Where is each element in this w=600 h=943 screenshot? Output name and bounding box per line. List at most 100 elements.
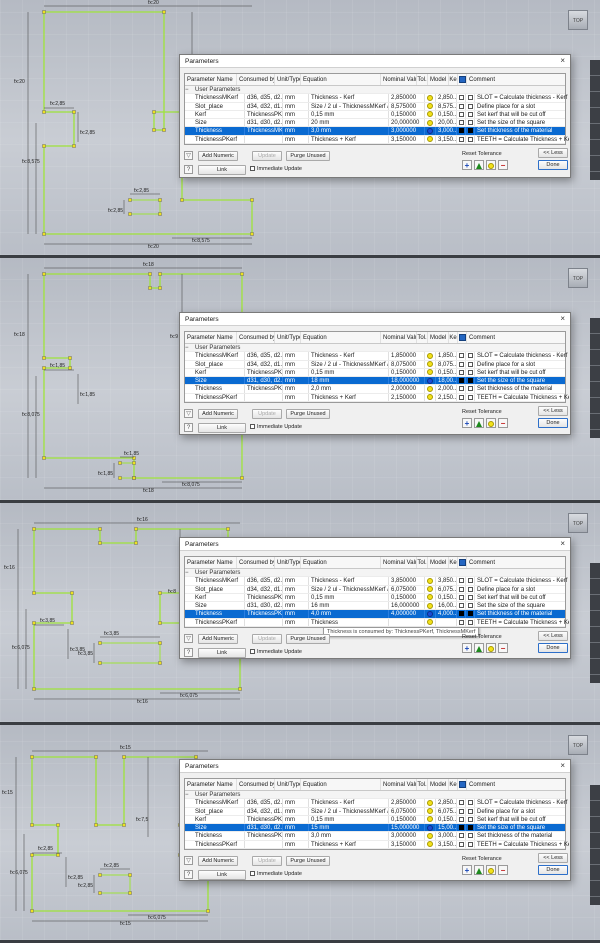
consumed-by-cell[interactable] xyxy=(245,618,283,627)
tolerance-cell[interactable] xyxy=(425,610,436,618)
export-checkbox[interactable] xyxy=(467,120,473,126)
tolerance-cell[interactable] xyxy=(425,815,436,824)
dimension-label-right[interactable]: fx:7,5 xyxy=(136,817,148,823)
dimension-label-left[interactable]: fx:18 xyxy=(14,332,25,338)
table-row[interactable]: ThicknessPKerf mm Thickness + Kerf 3,150000… xyxy=(185,135,569,145)
column-header[interactable] xyxy=(458,74,467,85)
dimension-label-top[interactable]: fx:20 xyxy=(148,0,159,6)
dimension-label-b2[interactable]: fx:1,85 xyxy=(98,471,113,477)
export-checkbox[interactable] xyxy=(467,816,473,822)
nominal-value-cell[interactable]: 2,000000 xyxy=(389,385,425,393)
dimension-label-b2[interactable]: fx:2,85 xyxy=(108,208,123,214)
constraint-point[interactable] xyxy=(42,366,46,370)
tolerance-cell[interactable] xyxy=(425,368,436,377)
immediate-update-checkbox[interactable]: Immediate Update xyxy=(250,424,302,430)
viewcube[interactable]: TOP xyxy=(568,268,588,288)
key-checkbox[interactable] xyxy=(458,586,464,592)
parameter-name-cell[interactable]: Thickness xyxy=(193,127,245,135)
comment-cell[interactable]: Set kerf that will be cut off xyxy=(475,594,569,601)
close-icon[interactable]: × xyxy=(560,540,565,548)
parameter-name-cell[interactable]: ThicknessPKerf xyxy=(193,135,245,144)
constraint-point[interactable] xyxy=(122,823,126,827)
constraint-point[interactable] xyxy=(70,621,74,625)
constraint-point[interactable] xyxy=(122,755,126,759)
parameter-name-cell[interactable]: Kerf xyxy=(193,110,245,119)
constraint-point[interactable] xyxy=(240,272,244,276)
parameter-name-cell[interactable]: Kerf xyxy=(193,593,245,602)
tolerance-cell[interactable] xyxy=(425,385,436,393)
key-checkbox[interactable] xyxy=(458,816,464,822)
key-checkbox[interactable] xyxy=(458,611,464,617)
tolerance-median-icon[interactable] xyxy=(474,865,484,876)
nav-tool-icon[interactable] xyxy=(590,585,600,595)
tolerance-nominal-icon[interactable] xyxy=(486,418,496,429)
nav-tool-icon[interactable] xyxy=(590,633,600,643)
update-button[interactable]: Update xyxy=(252,151,282,162)
parameter-name-cell[interactable]: ThicknessMKerf xyxy=(193,352,245,360)
constraint-point[interactable] xyxy=(30,909,34,913)
equation-cell[interactable]: Size / 2 ul - ThicknessMKerf / 2 ul xyxy=(309,585,389,593)
link-button[interactable]: Link xyxy=(198,648,246,659)
tolerance-median-icon[interactable] xyxy=(474,643,484,654)
dimension-label-l1[interactable]: fx:2,85 xyxy=(38,846,53,852)
key-checkbox[interactable] xyxy=(458,619,464,625)
navigation-bar[interactable] xyxy=(590,563,600,683)
column-header[interactable]: Unit/Type xyxy=(275,557,301,568)
constraint-point[interactable] xyxy=(148,272,152,276)
tolerance-median-icon[interactable] xyxy=(474,418,484,429)
key-checkbox-cell[interactable] xyxy=(457,385,466,393)
tolerance-cell[interactable] xyxy=(425,393,436,402)
tolerance-cell[interactable] xyxy=(425,119,436,127)
viewcube[interactable]: TOP xyxy=(568,10,588,30)
immediate-update-checkbox[interactable]: Immediate Update xyxy=(250,649,302,655)
nav-tool-icon[interactable] xyxy=(590,66,600,76)
nav-tool-icon[interactable] xyxy=(590,114,600,124)
column-header[interactable]: Model Va xyxy=(428,779,449,790)
equation-cell[interactable]: Thickness - Kerf xyxy=(309,94,389,102)
equation-cell[interactable]: 0,15 mm xyxy=(309,593,389,602)
dimension-label-l4[interactable]: fx:8,075 xyxy=(22,412,40,418)
tolerance-cell[interactable] xyxy=(425,352,436,360)
column-header[interactable] xyxy=(458,332,467,343)
export-checkbox[interactable] xyxy=(467,808,473,814)
sketch-slot[interactable] xyxy=(100,642,161,664)
export-checkbox[interactable] xyxy=(467,394,473,400)
column-header[interactable]: Tol. xyxy=(417,779,428,790)
group-row-user-parameters[interactable]: − User Parameters xyxy=(185,791,565,800)
comment-cell[interactable]: SLOT = Calculate thickness - Kerf xyxy=(475,352,569,359)
key-checkbox-cell[interactable] xyxy=(457,824,466,832)
link-button[interactable]: Link xyxy=(198,870,246,881)
export-checkbox[interactable] xyxy=(467,386,473,392)
key-checkbox[interactable] xyxy=(458,386,464,392)
column-header[interactable]: Equation xyxy=(301,779,381,790)
parameters-table[interactable]: Parameter Name Consumed by Unit/Type Equati… xyxy=(184,778,569,851)
nominal-value-cell[interactable]: 2,850000 xyxy=(389,94,425,102)
unit-cell[interactable]: mm xyxy=(283,832,309,840)
unit-cell[interactable]: mm xyxy=(283,368,309,377)
constraint-point[interactable] xyxy=(134,541,138,545)
column-header[interactable]: Consumed by xyxy=(237,557,275,568)
tolerance-nominal-icon[interactable] xyxy=(486,865,496,876)
table-row[interactable]: Size d31, d30, d2... mm 20 mm 20,000000 20,00… xyxy=(185,119,565,128)
export-checkbox-cell[interactable] xyxy=(466,135,475,144)
key-checkbox[interactable] xyxy=(458,120,464,126)
key-checkbox-cell[interactable] xyxy=(457,815,466,824)
key-checkbox[interactable] xyxy=(458,353,464,359)
constraint-point[interactable] xyxy=(32,527,36,531)
equation-cell[interactable]: 2,0 mm xyxy=(309,385,389,393)
constraint-point[interactable] xyxy=(42,272,46,276)
constraint-point[interactable] xyxy=(56,823,60,827)
dimension-label-l1[interactable]: fx:1,85 xyxy=(50,363,65,369)
immediate-update-checkbox[interactable]: Immediate Update xyxy=(250,871,302,877)
table-row[interactable]: ThicknessMKerf d36, d35, d2... mm Thickness… xyxy=(185,577,567,586)
export-checkbox-cell[interactable] xyxy=(466,799,475,807)
constraint-point[interactable] xyxy=(42,232,46,236)
done-button[interactable]: Done xyxy=(538,418,568,429)
unit-cell[interactable]: mm xyxy=(283,110,309,119)
consumed-by-cell[interactable]: d31, d30, d2... xyxy=(245,824,283,832)
parameter-name-cell[interactable]: Kerf xyxy=(193,368,245,377)
comment-cell[interactable]: SLOT = Calculate thickness - Kerf xyxy=(475,577,569,584)
unit-cell[interactable]: mm xyxy=(283,602,309,610)
help-icon[interactable]: ? xyxy=(184,648,193,658)
unit-cell[interactable]: mm xyxy=(283,824,309,832)
